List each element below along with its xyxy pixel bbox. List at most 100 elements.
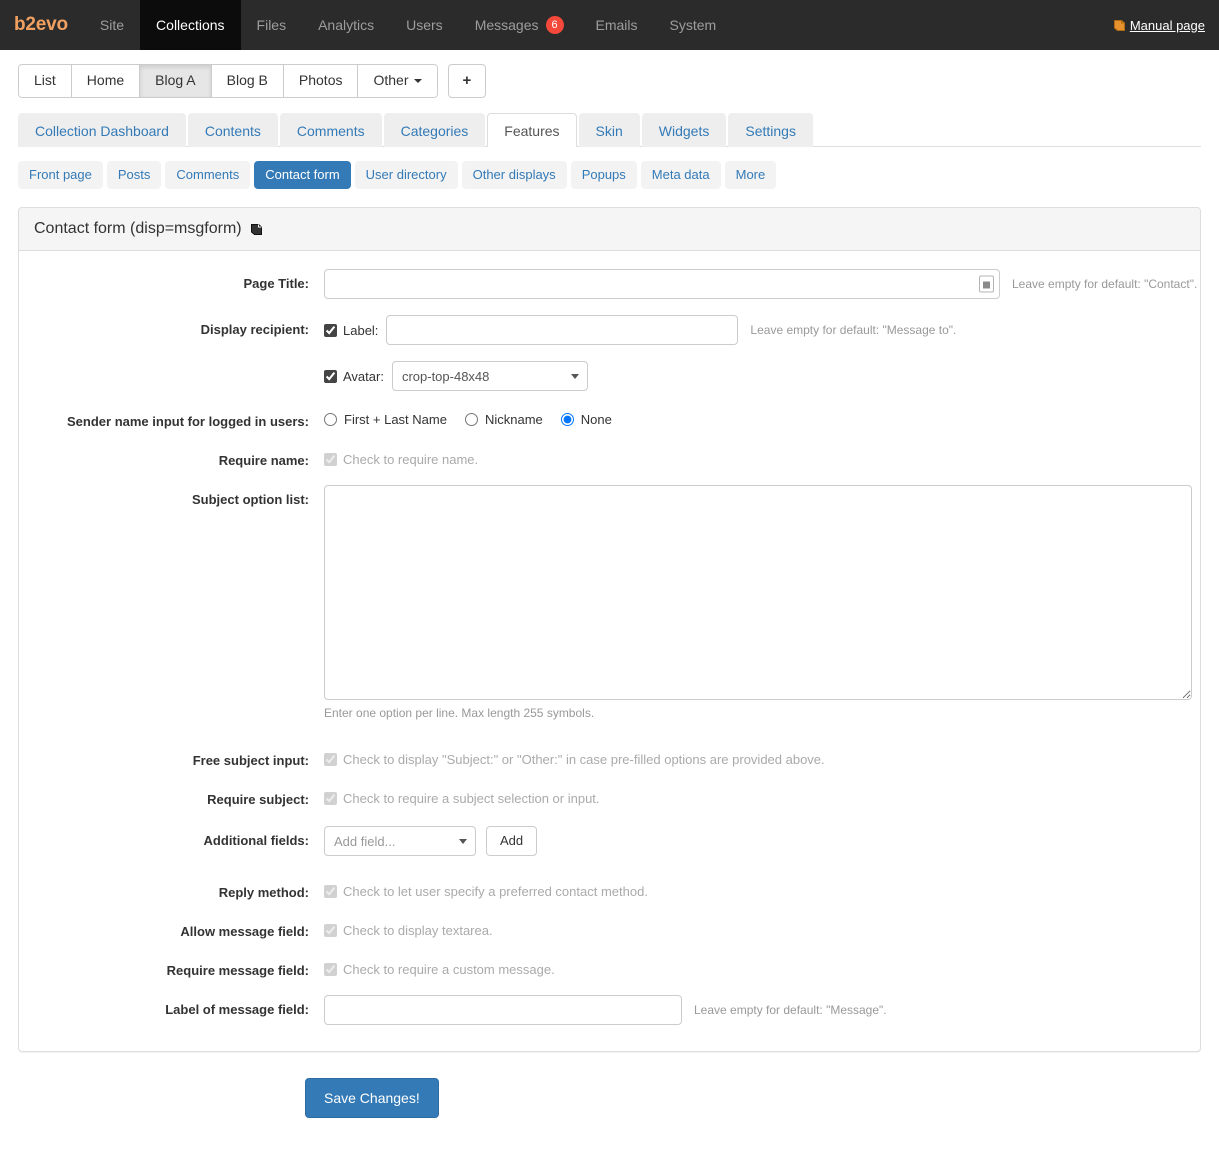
require-subject-checkbox[interactable]: [324, 792, 337, 805]
require-message-field-text: Check to require a custom message.: [343, 962, 555, 977]
display-recipient-label-input[interactable]: [386, 315, 739, 345]
require-name-checkbox[interactable]: [324, 453, 337, 466]
brand-logo[interactable]: b2evo: [0, 0, 84, 50]
contact-form-panel: Contact form (disp=msgform) Page Title: …: [18, 207, 1201, 1052]
free-subject-input-checkbox[interactable]: [324, 753, 337, 766]
subtab-popups[interactable]: Popups: [570, 161, 637, 189]
nav-item-analytics[interactable]: Analytics: [302, 0, 390, 50]
tab-skin[interactable]: Skin: [578, 113, 640, 147]
subtab-user-directory[interactable]: User directory: [354, 161, 458, 189]
tab-collection-dashboard[interactable]: Collection Dashboard: [18, 113, 186, 147]
nav-item-label: Analytics: [318, 17, 375, 33]
book-icon: [1113, 19, 1125, 31]
display-recipient-avatar-text: Avatar:: [343, 368, 384, 384]
sender-name-option-nickname[interactable]: Nickname: [464, 412, 543, 427]
nav-item-users[interactable]: Users: [390, 0, 459, 50]
sender-name-option-none[interactable]: None: [560, 412, 612, 427]
nav-item-site[interactable]: Site: [84, 0, 140, 50]
nav-item-files[interactable]: Files: [241, 0, 303, 50]
subject-option-list-textarea[interactable]: [324, 485, 1192, 700]
avatar-size-select[interactable]: crop-top-48x48: [391, 361, 588, 391]
label-sender-name: Sender name input for logged in users:: [67, 414, 309, 429]
control-require-name: Check to require name.: [324, 446, 478, 468]
subtab-meta-data[interactable]: Meta data: [640, 161, 721, 189]
sender-name-radio-nickname[interactable]: [464, 413, 478, 426]
free-subject-input-text: Check to display "Subject:" or "Other:" …: [343, 752, 825, 767]
panel-header: Contact form (disp=msgform): [19, 208, 1200, 251]
add-field-button[interactable]: Add: [486, 826, 538, 856]
navbar-items: Site Collections Files Analytics Users M…: [84, 0, 732, 50]
row-display-recipient-label: Display recipient: Label: Leave empty fo…: [19, 315, 1200, 345]
subtab-posts[interactable]: Posts: [106, 161, 162, 189]
sub-tabs: Front page Posts Comments Contact form U…: [18, 161, 1201, 189]
main-tabs: Collection Dashboard Contents Comments C…: [18, 113, 1201, 147]
control-free-subject-input: Check to display "Subject:" or "Other:" …: [324, 746, 825, 768]
label-page-title: Page Title:: [243, 276, 309, 291]
display-recipient-label-checkbox[interactable]: [324, 323, 337, 337]
sender-name-option-first-last[interactable]: First + Last Name: [324, 412, 447, 427]
subtab-more[interactable]: More: [724, 161, 777, 189]
label-of-message-field-input[interactable]: [324, 995, 682, 1025]
collection-tab-home[interactable]: Home: [71, 65, 141, 97]
require-message-field-checkbox[interactable]: [324, 963, 337, 976]
manual-page-label: Manual page: [1129, 17, 1205, 33]
hint-page-title: Leave empty for default: "Contact".: [1012, 276, 1198, 291]
tab-widgets[interactable]: Widgets: [641, 113, 727, 147]
control-display-recipient-label: Label: Leave empty for default: "Message…: [324, 315, 956, 345]
label-require-message-field: Require message field:: [166, 963, 309, 978]
control-sender-name: First + Last Name Nickname None: [324, 407, 630, 427]
tab-features[interactable]: Features: [487, 113, 577, 147]
collection-tab-blog-a[interactable]: Blog A: [140, 65, 212, 97]
reply-method-checkbox[interactable]: [324, 885, 337, 898]
page-title-input[interactable]: [324, 269, 1000, 299]
control-label-of-message-field: Leave empty for default: "Message".: [324, 995, 887, 1025]
control-display-recipient-avatar: Avatar: crop-top-48x48: [324, 361, 588, 391]
row-require-name: Require name: Check to require name.: [19, 446, 1200, 469]
subtab-contact-form[interactable]: Contact form: [254, 161, 351, 189]
subtab-other-displays[interactable]: Other displays: [461, 161, 567, 189]
row-subject-option-list: Subject option list: Enter one option pe…: [19, 485, 1200, 722]
sender-name-radio-first-last[interactable]: [324, 413, 337, 426]
collection-tab-list[interactable]: List: [19, 65, 72, 97]
collection-tab-other[interactable]: Other: [358, 65, 437, 97]
nav-item-collections[interactable]: Collections: [140, 0, 241, 50]
reply-method-text: Check to let user specify a preferred co…: [343, 884, 648, 899]
label-additional-fields: Additional fields:: [203, 833, 309, 848]
nav-item-label: System: [669, 17, 717, 33]
collection-tab-blog-b[interactable]: Blog B: [211, 65, 284, 97]
tab-settings[interactable]: Settings: [728, 113, 813, 147]
tab-comments[interactable]: Comments: [279, 113, 382, 147]
subtab-front-page[interactable]: Front page: [18, 161, 103, 189]
hint-display-recipient-label: Leave empty for default: "Message to".: [750, 322, 957, 337]
page-title-picker-icon[interactable]: [979, 275, 994, 293]
control-additional-fields: Add field... Add: [324, 826, 538, 856]
tab-categories[interactable]: Categories: [383, 113, 486, 147]
label-spacer-avatar: [19, 361, 324, 367]
page-title-input-wrap: [324, 269, 1000, 299]
save-changes-button[interactable]: Save Changes!: [305, 1078, 439, 1118]
row-display-recipient-avatar: Avatar: crop-top-48x48: [19, 361, 1200, 391]
additional-fields-select[interactable]: Add field...: [324, 826, 476, 856]
collection-tab-group: List Home Blog A Blog B Photos Other: [18, 64, 438, 98]
allow-message-field-checkbox[interactable]: [324, 924, 337, 937]
row-reply-method: Reply method: Check to let user specify …: [19, 878, 1200, 901]
navbar-right: Manual page: [1113, 0, 1205, 50]
display-recipient-avatar-checkbox[interactable]: [324, 369, 337, 383]
sender-name-radio-none[interactable]: [560, 413, 574, 426]
control-allow-message-field: Check to display textarea.: [324, 917, 493, 939]
subtab-comments[interactable]: Comments: [165, 161, 251, 189]
manual-book-icon[interactable]: [250, 223, 262, 235]
add-collection-button[interactable]: +: [447, 64, 487, 98]
nav-item-messages[interactable]: Messages 6: [459, 0, 580, 50]
nav-item-system[interactable]: System: [654, 0, 733, 50]
require-subject-text: Check to require a subject selection or …: [343, 791, 600, 806]
label-subject-option-list: Subject option list:: [192, 492, 309, 507]
nav-item-label: Collections: [156, 17, 225, 33]
control-require-subject: Check to require a subject selection or …: [324, 785, 600, 807]
tab-contents[interactable]: Contents: [187, 113, 278, 147]
collection-tab-photos[interactable]: Photos: [283, 65, 359, 97]
nav-item-emails[interactable]: Emails: [580, 0, 654, 50]
manual-page-link[interactable]: Manual page: [1113, 18, 1205, 33]
sender-name-option-label: None: [580, 412, 612, 427]
row-sender-name: Sender name input for logged in users: F…: [19, 407, 1200, 430]
